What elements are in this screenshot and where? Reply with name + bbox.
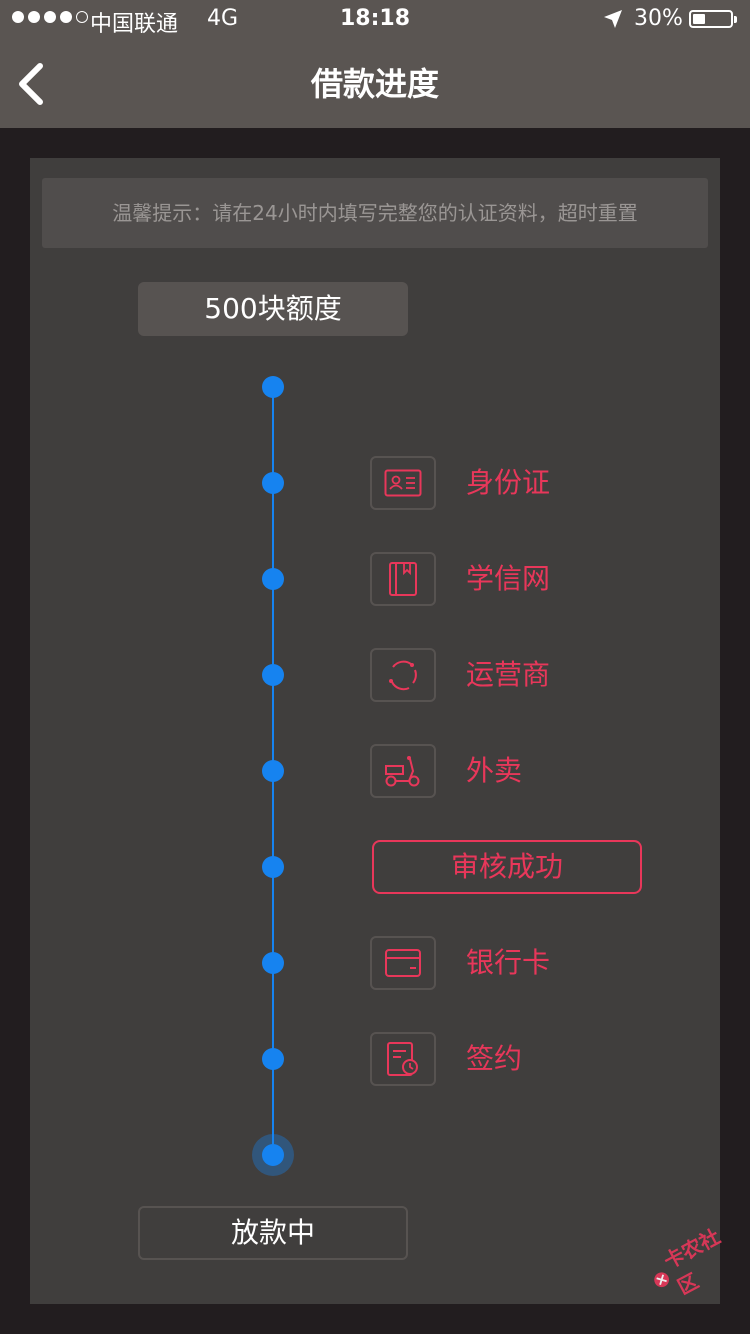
progress-panel: 温馨提示：请在24小时内填写完整您的认证资料，超时重置 500块额度 身份证 学… xyxy=(30,158,720,1304)
id-card-icon xyxy=(384,469,422,497)
step-label-carrier: 运营商 xyxy=(466,658,551,691)
warm-tip-banner: 温馨提示：请在24小时内填写完整您的认证资料，超时重置 xyxy=(42,178,708,248)
contract-icon xyxy=(387,1042,418,1076)
step-label-id-card: 身份证 xyxy=(466,466,551,499)
status-bar: 中国联通 4G 18:18 30% xyxy=(0,0,750,40)
bank-card-icon-box xyxy=(370,936,436,990)
timeline-node-review xyxy=(262,856,284,878)
refresh-icon-box xyxy=(370,648,436,702)
bank-card-icon xyxy=(385,949,421,977)
contract-icon-box xyxy=(370,1032,436,1086)
scooter-icon-box xyxy=(370,744,436,798)
timeline-node-contract xyxy=(262,1048,284,1070)
book-icon xyxy=(389,562,417,596)
top-bar: 中国联通 4G 18:18 30% 借款进度 xyxy=(0,0,750,128)
timeline-node-start xyxy=(262,376,284,398)
timeline-node-takeout xyxy=(262,760,284,782)
scooter-icon xyxy=(385,756,420,787)
step-label-bank-card: 银行卡 xyxy=(466,946,551,979)
step-label-takeout: 外卖 xyxy=(466,754,523,787)
page-title: 借款进度 xyxy=(310,65,439,103)
timeline-node-bank-card xyxy=(262,952,284,974)
step-label-xuexin: 学信网 xyxy=(466,562,551,595)
book-icon-box xyxy=(370,552,436,606)
timeline-node-carrier xyxy=(262,664,284,686)
timeline-node-xuexin xyxy=(262,568,284,590)
battery-icon xyxy=(689,10,737,28)
step-label-contract: 签约 xyxy=(466,1042,523,1075)
loan-status-badge: 放款中 xyxy=(138,1206,408,1260)
timeline-node-current xyxy=(252,1134,294,1176)
battery-percent: 30% xyxy=(634,6,683,31)
timeline-node-id-card xyxy=(262,472,284,494)
id-card-icon-box xyxy=(370,456,436,510)
refresh-icon xyxy=(389,660,417,691)
location-arrow-icon xyxy=(604,10,622,28)
credit-limit-badge: 500块额度 xyxy=(138,282,408,336)
review-success-button[interactable]: 审核成功 xyxy=(372,840,642,894)
